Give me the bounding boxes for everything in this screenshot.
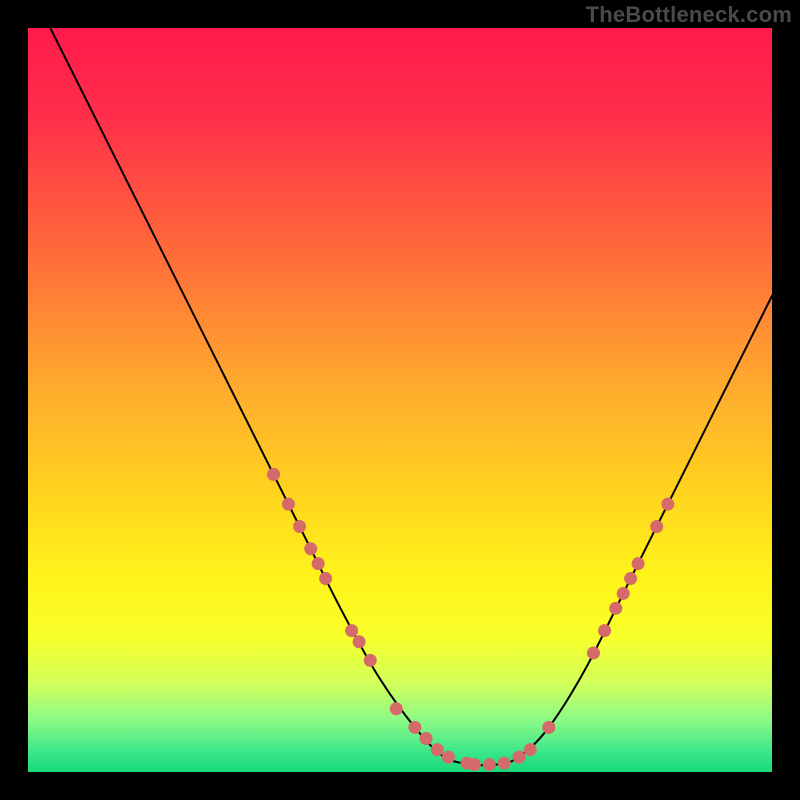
gradient-background <box>28 28 772 772</box>
watermark-text: TheBottleneck.com <box>586 2 792 28</box>
curve-marker <box>542 721 555 734</box>
curve-marker <box>319 572 332 585</box>
curve-marker <box>408 721 421 734</box>
curve-marker <box>282 498 295 511</box>
curve-marker <box>524 743 537 756</box>
curve-marker <box>353 635 366 648</box>
curve-marker <box>598 624 611 637</box>
curve-marker <box>345 624 358 637</box>
curve-marker <box>442 751 455 764</box>
curve-marker <box>513 751 526 764</box>
curve-marker <box>267 468 280 481</box>
curve-marker <box>390 702 403 715</box>
chart-frame: TheBottleneck.com <box>0 0 800 800</box>
curve-marker <box>483 758 496 771</box>
curve-marker <box>312 557 325 570</box>
plot-area <box>28 28 772 772</box>
curve-marker <box>364 654 377 667</box>
curve-marker <box>624 572 637 585</box>
curve-marker <box>650 520 663 533</box>
curve-marker <box>632 557 645 570</box>
curve-marker <box>304 542 317 555</box>
curve-marker <box>498 757 511 770</box>
curve-marker <box>431 743 444 756</box>
curve-marker <box>661 498 674 511</box>
curve-marker <box>420 732 433 745</box>
curve-marker <box>468 758 481 771</box>
chart-svg <box>28 28 772 772</box>
curve-marker <box>617 587 630 600</box>
curve-marker <box>609 602 622 615</box>
curve-marker <box>587 646 600 659</box>
curve-marker <box>293 520 306 533</box>
